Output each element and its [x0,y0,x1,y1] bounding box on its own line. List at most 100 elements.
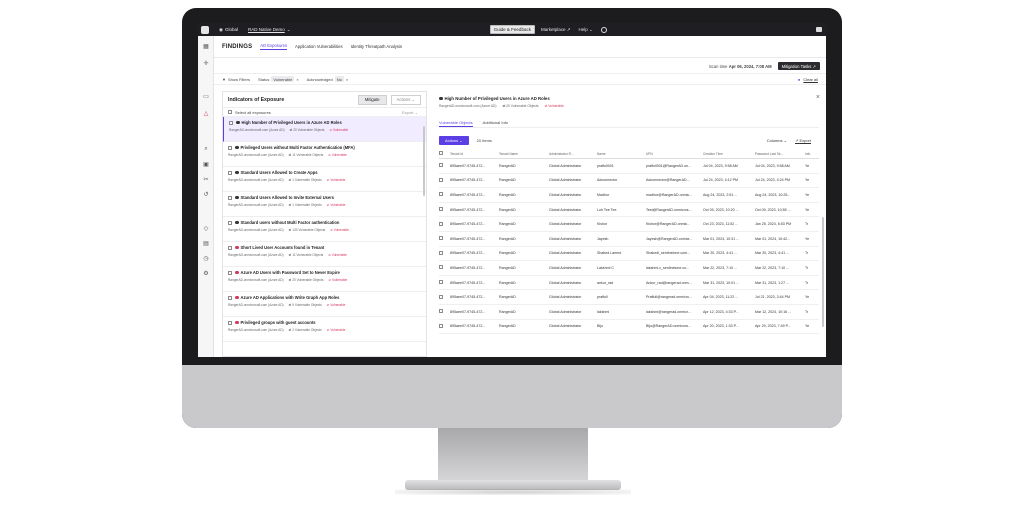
indicator-checkbox[interactable] [228,270,232,275]
table-cell: Lakshmi C [597,265,614,270]
guide-feedback-button[interactable]: Guide & Feedback [489,25,535,34]
indicator-objects-label: 2 Vulnerable Objects [292,328,322,332]
show-filters-button[interactable]: ▼ Show Filters [222,77,250,82]
app-logo-icon[interactable] [201,25,209,34]
mitigate-button[interactable]: Mitigate [357,94,387,105]
indicator-item[interactable]: Standard users without Multi Factor auth… [223,217,426,242]
indicator-checkbox[interactable] [228,320,232,325]
indicator-item[interactable]: Standard Users Allowed to Invite Externa… [223,192,426,217]
close-icon[interactable]: × [296,77,298,82]
column-header[interactable]: Tenant Name [499,152,549,156]
table-row[interactable]: 895aee07-9745-472... RangerAD Global Admin… [439,188,819,203]
tab-additional-info[interactable]: Additional Info [483,120,508,127]
book-icon[interactable]: ▤ [202,241,210,247]
lock-icon[interactable] [816,27,822,32]
indicator-item[interactable]: Short Lived User Accounts found in Tenan… [223,242,426,267]
close-icon[interactable]: × [346,77,348,82]
row-checkbox[interactable] [439,177,443,182]
row-checkbox[interactable] [439,250,443,255]
gear-icon[interactable]: ⚙ [202,271,210,277]
diamond-icon[interactable]: ◇ [202,226,210,232]
table-row[interactable]: 895aee07-9745-472... RangerAD Global Admin… [439,232,819,247]
row-checkbox[interactable] [439,236,443,241]
row-checkbox[interactable] [439,192,443,197]
table-scrollbar[interactable] [822,217,824,327]
indicator-item[interactable]: Privileged groups with guest accounts Ran… [223,317,426,342]
history-icon[interactable]: ↺ [202,192,210,198]
row-checkbox[interactable] [439,294,443,299]
image-icon[interactable]: ▣ [202,162,210,168]
tab-ad-exposures[interactable]: AD Exposures [260,43,288,50]
tab-vulnerable-objects[interactable]: Vulnerable Objects [439,120,473,127]
indicator-checkbox[interactable] [228,220,232,225]
column-header[interactable]: Administrator R... [549,152,597,156]
indicator-checkbox[interactable] [228,145,232,150]
columns-dropdown[interactable]: Columns ⌄ [767,138,787,143]
indicator-item[interactable]: High Number of Privileged Users in Azure… [223,117,426,142]
table-row[interactable]: 895aee07-9745-472... RangerAD Global Admin… [439,247,819,262]
help-menu[interactable]: Help ⌄ [579,27,593,33]
indicator-checkbox[interactable] [228,245,232,250]
workspace-selector[interactable]: RAD Native Demo ⌄ [248,27,291,33]
export-dropdown[interactable]: Export ⌄ [402,110,418,115]
tab-application-vulnerabilities[interactable]: Application Vulnerabilities [295,44,343,49]
indicators-scrollbar[interactable] [423,126,425,196]
actions-dropdown[interactable]: Actions ⌄ [390,94,421,105]
table-cell: Apr 20, 2023, 1:33 P... [703,324,739,329]
table-row[interactable]: 895aee07-9745-472... RangerAD Global Admin… [439,290,819,305]
close-icon[interactable]: × [816,94,820,101]
column-header[interactable]: Password Last Se... [755,152,805,156]
clock-icon[interactable]: ◷ [202,256,210,262]
table-row[interactable]: 895aee07-9745-472... RangerAD Global Admin… [439,174,819,189]
select-all-checkbox[interactable] [228,110,232,114]
scissors-icon[interactable]: ✂ [202,177,210,183]
indicator-checkbox[interactable] [228,170,232,175]
table-row[interactable]: 895aee07-9745-472... RangerAD Global Admin… [439,203,819,218]
column-header[interactable]: Info [805,152,819,156]
tab-identity-threatpath[interactable]: Identity Threatpath Analysis [351,44,402,49]
row-checkbox[interactable] [439,221,443,226]
column-header[interactable]: UPN [646,152,703,156]
table-row[interactable]: 895aee07-9745-472... RangerAD Global Admin… [439,305,819,320]
row-checkbox[interactable] [439,265,443,270]
indicator-checkbox[interactable] [228,295,232,300]
alert-triangle-icon[interactable]: △ [202,111,210,117]
indicator-objects-label: 133 Vulnerable Objects [292,228,326,232]
status-filter-chip[interactable]: Status Vulnerable × [258,76,299,82]
table-row[interactable]: 895aee07-9745-472... RangerAD Global Admin… [439,320,819,335]
indicator-checkbox[interactable] [228,195,232,200]
column-header[interactable]: Tenant Id [450,152,499,156]
column-header[interactable]: Creation Time [703,152,755,156]
row-checkbox[interactable] [439,280,443,285]
search-icon[interactable]: ⌕ [202,146,210,152]
row-checkbox[interactable] [439,309,443,314]
row-checkbox[interactable] [439,207,443,212]
export-button[interactable]: ↗ Export [795,138,811,143]
acknowledged-filter-chip[interactable]: Acknowledged No × [307,76,348,82]
severity-dot-icon [439,96,443,101]
indicator-item[interactable]: Azure AD Applications with Write Graph A… [223,292,426,317]
indicator-item[interactable]: Privileged Users without Multi Factor Au… [223,142,426,167]
user-avatar-icon[interactable] [600,26,607,33]
row-checkbox[interactable] [439,323,443,328]
column-header[interactable]: Name [597,152,646,156]
mitigation-tasks-button[interactable]: Mitigation Tasks ↗ [777,62,820,70]
crosshair-icon[interactable]: ✛ [202,61,210,67]
marketplace-link[interactable]: Marketplace ↗ [541,27,571,33]
folder-icon[interactable]: ▭ [202,94,210,100]
org-selector[interactable]: ◉ Global [219,27,238,33]
clear-all-link[interactable]: Clear all [803,77,818,82]
table-row[interactable]: 895aee07-9745-472... RangerAD Global Admin… [439,159,819,174]
indicator-item[interactable]: Standard Users Allowed to Create Apps Ran… [223,167,426,192]
row-checkbox[interactable] [439,163,443,168]
table-row[interactable]: 895aee07-9745-472... RangerAD Global Admin… [439,217,819,232]
table-row[interactable]: 895aee07-9745-472... RangerAD Global Admin… [439,261,819,276]
detail-panel: High Number of Privileged Users in Azure… [435,91,826,357]
indicator-item[interactable]: Azure AD Users with Password Set to Neve… [223,267,426,292]
indicator-checkbox[interactable] [229,120,233,125]
indicator-status-label: Vulnerable [330,203,346,207]
select-all-rows-checkbox[interactable] [439,151,443,155]
detail-actions-button[interactable]: Actions ⌄ [439,136,469,145]
dashboard-icon[interactable]: ▦ [202,44,210,50]
table-row[interactable]: 895aee07-9745-472... RangerAD Global Admin… [439,276,819,291]
